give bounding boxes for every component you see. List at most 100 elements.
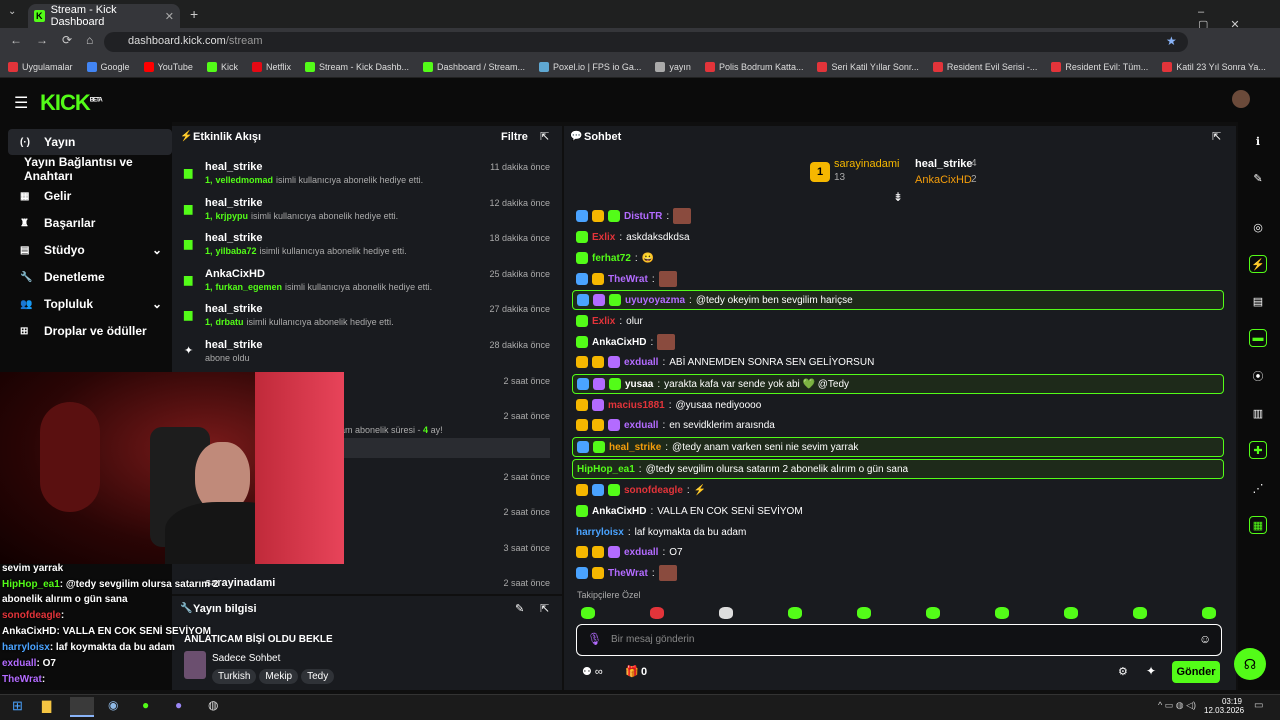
bookmark-star-icon[interactable]: ★: [1166, 34, 1177, 48]
new-tab-icon[interactable]: +: [190, 6, 198, 22]
chat-message[interactable]: AnkaCixHD: VALLA EN COK SENİ SEVİYOM: [572, 502, 1224, 520]
send-button[interactable]: Gönder: [1172, 661, 1220, 683]
chat-message[interactable]: DistuTR:: [572, 207, 1224, 225]
steam-icon[interactable]: ◉: [108, 698, 118, 712]
nav-item[interactable]: ♜ Başarılar: [8, 210, 172, 236]
info-icon[interactable]: ℹ: [1249, 132, 1267, 150]
edit-icon[interactable]: ✎: [515, 602, 524, 615]
share-icon[interactable]: ⋰: [1249, 479, 1267, 497]
bookmark-item[interactable]: Uygulamalar: [8, 61, 73, 72]
url-bar[interactable]: dashboard.kick.com/stream: [104, 32, 1188, 52]
browser-tab[interactable]: K Stream - Kick Dashboard ✕: [28, 4, 180, 28]
capture-icon[interactable]: ◎: [1249, 218, 1267, 236]
filter-button[interactable]: Filtre: [501, 131, 528, 143]
chat-message[interactable]: macius1881: @yusaa nediyoooo: [572, 396, 1224, 414]
chat-username[interactable]: AnkaCixHD: [592, 506, 646, 517]
menu-icon[interactable]: ☰: [14, 93, 28, 113]
chat-message[interactable]: yusaa: yarakta kafa var sende yok abi 💚 @…: [572, 374, 1224, 394]
nav-item[interactable]: 👥 Topluluk ⌄: [8, 291, 172, 317]
chat-message[interactable]: exduall: ABİ ANNEMDEN SONRA SEN GELİYORSU…: [572, 353, 1224, 371]
discord-icon[interactable]: ●: [175, 698, 182, 712]
chat-toggle-icon[interactable]: ▬: [1249, 329, 1267, 347]
stream-tag[interactable]: Turkish: [212, 669, 257, 684]
chevron-down-icon[interactable]: ⌄: [152, 243, 162, 257]
chat-username[interactable]: HipHop_ea1: [577, 464, 635, 475]
chat-message[interactable]: harryloisx: laf koymakta da bu adam: [572, 523, 1224, 541]
popout-info-icon[interactable]: ⇱: [540, 602, 549, 615]
chat-username[interactable]: sonofdeagle: [624, 485, 683, 496]
clapper-icon[interactable]: ▦: [1249, 516, 1267, 534]
chat-message[interactable]: exduall: en sevidklerim araısnda: [572, 416, 1224, 434]
chat-username[interactable]: Exlix: [592, 232, 615, 243]
chat-username[interactable]: exduall: [624, 420, 658, 431]
chat-username[interactable]: DistuTR: [624, 211, 662, 222]
chat-message[interactable]: uyuyoyazma: @tedy okeyim ben sevgilim har…: [572, 290, 1224, 310]
chrome-taskbar-icon[interactable]: [70, 697, 94, 717]
activity-row[interactable]: ▆ heal_strike 1, yilbaba72 isimli kullanıcıy…: [184, 231, 554, 265]
broadcast-icon[interactable]: ⦿: [1249, 367, 1267, 385]
app-icon[interactable]: ●: [142, 698, 149, 712]
bookmark-item[interactable]: Stream - Kick Dashb...: [304, 61, 409, 72]
chat-popout-icon[interactable]: ⇱: [1212, 130, 1221, 143]
activity-row[interactable]: ▆ AnkaCixHD 1, furkan_egemen isimli kullanıc…: [184, 267, 554, 301]
chat-username[interactable]: TheWrat: [608, 568, 648, 579]
points-icon[interactable]: ⚉ ∞: [582, 665, 603, 678]
nav-buttons[interactable]: ←→⟳⌂: [10, 33, 107, 47]
bookmark-item[interactable]: Seri Katil Yıllar Sonr...: [817, 61, 919, 72]
kick-logo[interactable]: KICKBETA: [40, 90, 103, 116]
chat-message[interactable]: Exlix: askdaksdkdsa: [572, 228, 1224, 246]
flash-icon[interactable]: ⚡: [1249, 255, 1267, 273]
chat-message[interactable]: Exlix: olur: [572, 312, 1224, 330]
chevron-down-icon[interactable]: ⌄: [152, 297, 162, 311]
close-tab-icon[interactable]: ✕: [165, 10, 174, 23]
tray-icons[interactable]: ^ ▭ ◍ ◁): [1158, 700, 1196, 711]
chat-message[interactable]: AnkaCixHD:: [572, 333, 1224, 351]
nav-item[interactable]: ▦ Gelir: [8, 183, 172, 209]
nav-item[interactable]: 🔧 Denetleme: [8, 264, 172, 290]
bookmark-item[interactable]: Resident Evil: Tüm...: [1051, 61, 1148, 72]
bookmark-item[interactable]: Netflix: [251, 61, 291, 72]
pencil-icon[interactable]: ✎: [1249, 169, 1267, 187]
popout-icon[interactable]: ⇱: [540, 130, 549, 143]
chat-username[interactable]: uyuyoyazma: [625, 295, 685, 306]
support-headset-icon[interactable]: ☊: [1234, 648, 1266, 680]
avatar[interactable]: [1232, 90, 1250, 108]
obs-icon[interactable]: ◍: [208, 698, 218, 712]
chat-message[interactable]: heal_strike: @tedy anam varken seni nie s…: [572, 437, 1224, 457]
mic-icon[interactable]: 🎙: [587, 632, 602, 646]
tools-icon[interactable]: ✚: [1249, 441, 1267, 459]
activity-row[interactable]: ✦ heal_strike abone oldu 28 dakika önce: [184, 338, 554, 372]
settings-gear-icon[interactable]: ⚙: [1118, 665, 1128, 678]
chat-username[interactable]: exduall: [624, 547, 658, 558]
bookmark-item[interactable]: YouTube: [143, 61, 193, 72]
document-icon[interactable]: ▤: [1249, 292, 1267, 310]
chat-message[interactable]: HipHop_ea1: @tedy sevgilim olursa satarım…: [572, 459, 1224, 479]
bookmark-item[interactable]: Google: [86, 61, 130, 72]
nav-item[interactable]: ▤ Stüdyo ⌄: [8, 237, 172, 263]
activity-row[interactable]: ▆ heal_strike 1, drbatu isimli kullanıcıya a…: [184, 302, 554, 336]
bookmark-item[interactable]: Resident Evil Serisi -...: [932, 61, 1037, 72]
chat-username[interactable]: heal_strike: [609, 442, 661, 453]
tab-search-icon[interactable]: ⌄: [8, 6, 16, 17]
chat-username[interactable]: ferhat72: [592, 253, 631, 264]
chat-message[interactable]: sonofdeagle: ⚡: [572, 481, 1224, 499]
bookmark-item[interactable]: Kick: [206, 61, 238, 72]
emoji-icon[interactable]: ☺: [1199, 632, 1211, 646]
chat-message[interactable]: exduall: O7: [572, 543, 1224, 561]
expand-pinned-icon[interactable]: ⇟: [893, 190, 903, 204]
chat-username[interactable]: macius1881: [608, 400, 665, 411]
nav-item[interactable]: ⊞ Droplar ve ödüller: [8, 318, 172, 344]
emote-bar[interactable]: [581, 607, 1271, 622]
file-explorer-icon[interactable]: ▇: [42, 699, 51, 713]
chat-username[interactable]: yusaa: [625, 379, 653, 390]
chat-message[interactable]: ferhat72: 😀: [572, 249, 1224, 267]
clock[interactable]: 03:19 12.03.2026: [1204, 697, 1244, 715]
mod-icon[interactable]: ✦: [1146, 664, 1156, 678]
gift-icon[interactable]: 🎁: [625, 665, 639, 678]
notification-icon[interactable]: ▭: [1254, 700, 1263, 711]
chat-username[interactable]: Exlix: [592, 316, 615, 327]
nav-item[interactable]: (·) Yayın: [8, 129, 172, 155]
bookmark-item[interactable]: Poxel.io | FPS io Ga...: [539, 61, 641, 72]
bookmark-item[interactable]: Katil 23 Yıl Sonra Ya...: [1162, 61, 1266, 72]
chat-username[interactable]: exduall: [624, 357, 658, 368]
